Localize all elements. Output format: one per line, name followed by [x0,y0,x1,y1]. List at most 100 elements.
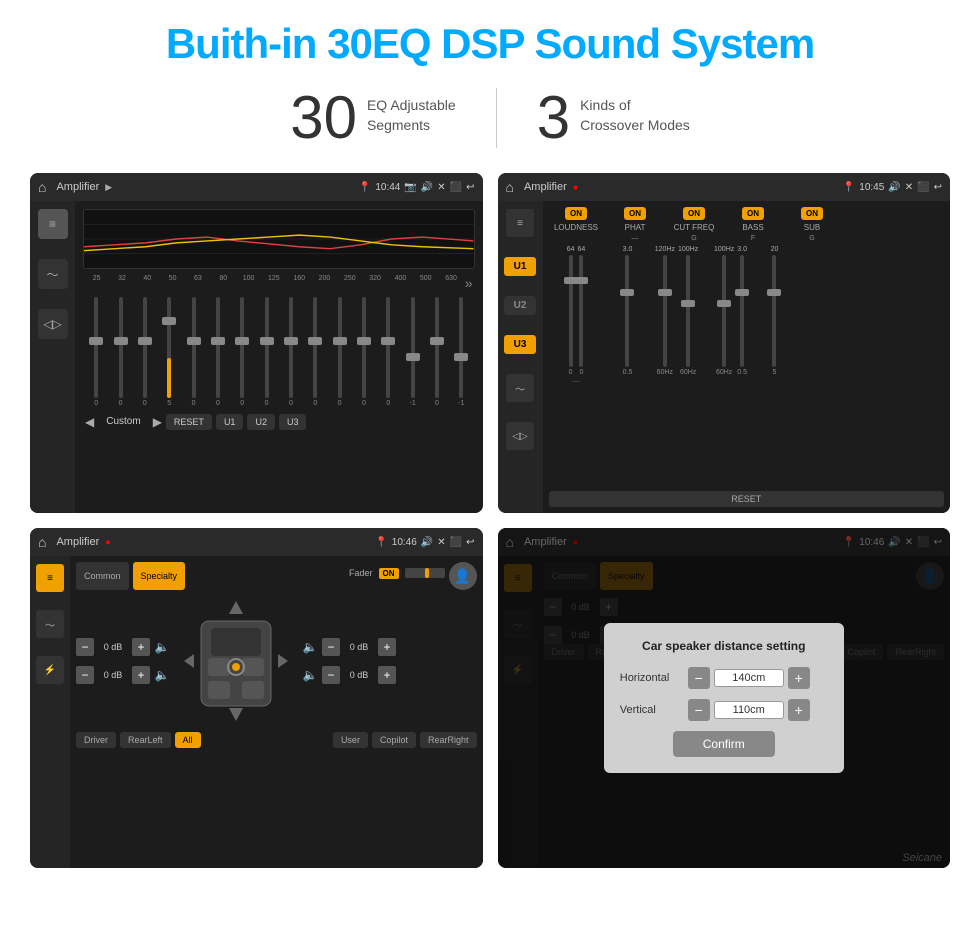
copilot-btn[interactable]: Copilot [372,732,416,748]
back-icon-1[interactable]: ↩ [466,182,474,193]
cutfreq-slider-area: 120Hz 60Hz 100Hz [652,246,702,487]
specialty-btn[interactable]: Specialty [133,562,186,590]
reset-btn[interactable]: RESET [166,414,212,430]
eq-val-6: 0 [240,400,244,407]
next-icon[interactable]: ▶ [153,415,162,429]
wave-icon-2[interactable]: 〜 [506,374,534,402]
plus-tl[interactable]: + [132,638,150,656]
eq-track-2[interactable] [143,297,147,398]
vol-icon[interactable]: ◁▷ [38,309,68,339]
rear-right-btn[interactable]: RearRight [420,732,477,748]
minus-br[interactable]: − [322,666,340,684]
eq-track-3[interactable] [167,297,171,398]
home-icon-3[interactable]: ⌂ [38,534,46,550]
eq-track-8[interactable] [289,297,293,398]
eq-track-7[interactable] [265,297,269,398]
eq-val-2: 0 [143,400,147,407]
eq-track-14[interactable] [435,297,439,398]
eq-track-10[interactable] [338,297,342,398]
eq-track-13[interactable] [411,297,415,398]
vertical-label: Vertical [620,704,680,716]
back-icon-2[interactable]: ↩ [934,182,942,193]
screen1-body: ≡ 〜 ◁▷ [30,201,483,513]
eq-track-6[interactable] [240,297,244,398]
eq-icon[interactable]: ≡ [38,209,68,239]
u2-left[interactable]: U2 [504,296,536,315]
back-icon-3[interactable]: ↩ [466,537,474,548]
fader-slider[interactable] [405,568,445,578]
eq-slider-13: -1 [401,297,423,407]
eq-icon-2[interactable]: ≡ [506,209,534,237]
bt-icon-3[interactable]: ⚡ [36,656,64,684]
location-icon-2: 📍 [843,182,855,193]
cutfreq-bar-2[interactable] [686,255,690,367]
freq-32: 32 [110,275,133,291]
cutfreq-bar-1[interactable] [663,255,667,367]
u1-left[interactable]: U1 [504,257,536,276]
plus-bl[interactable]: + [132,666,150,684]
speaker-icon-tr: 🔈 [302,639,318,655]
vertical-minus[interactable]: − [688,699,710,721]
wave-icon-3[interactable]: 〜 [36,610,64,638]
eq-track-15[interactable] [459,297,463,398]
user-avatar: 👤 [449,562,477,590]
freq-25: 25 [85,275,108,291]
minus-tr[interactable]: − [322,638,340,656]
driver-btn[interactable]: Driver [76,732,116,748]
eq-track-5[interactable] [216,297,220,398]
loudness-on: ON [565,207,587,220]
phat-track-bar[interactable] [625,255,629,367]
plus-tr[interactable]: + [378,638,396,656]
crossover-reset-btn[interactable]: RESET [549,491,945,507]
bass-bar-1[interactable] [722,255,726,367]
u3-left[interactable]: U3 [504,335,536,354]
close-icon-3[interactable]: ✕ [437,537,445,548]
home-icon-2[interactable]: ⌂ [506,179,514,195]
vertical-plus[interactable]: + [788,699,810,721]
rear-left-btn[interactable]: RearLeft [120,732,171,748]
prev-icon[interactable]: ◀ [85,415,94,429]
close-icon-1[interactable]: ✕ [437,182,445,193]
minus-tl[interactable]: − [76,638,94,656]
eq-icon-3[interactable]: ≡ [36,564,64,592]
common-btn[interactable]: Common [76,562,129,590]
bass-bar-2[interactable] [740,255,744,367]
all-btn[interactable]: All [175,732,201,748]
eq-val-0: 0 [94,400,98,407]
eq-main-content: 25 32 40 50 63 80 100 125 160 200 250 32… [75,201,483,513]
vol-icon-left-2[interactable]: ◁▷ [506,422,534,450]
eq-track-12[interactable] [386,297,390,398]
loud-track-bar-2[interactable] [579,255,583,367]
loudness-label: LOUDNESS [554,223,598,232]
vertical-value: 110cm [714,701,784,719]
u1-btn[interactable]: U1 [216,414,244,430]
minus-bl[interactable]: − [76,666,94,684]
eq-track-9[interactable] [313,297,317,398]
dialog-title: Car speaker distance setting [620,639,828,653]
close-icon-2[interactable]: ✕ [905,182,913,193]
distance-dialog: Car speaker distance setting Horizontal … [604,623,844,773]
status-bar-1: ⌂ Amplifier ▶ 📍 10:44 📷 🔊 ✕ ⬛ ↩ [30,173,483,201]
eq-track-11[interactable] [362,297,366,398]
wave-icon[interactable]: 〜 [38,259,68,289]
sub-bar[interactable] [772,255,776,367]
home-icon-1[interactable]: ⌂ [38,179,46,195]
eq-track-4[interactable] [192,297,196,398]
plus-br[interactable]: + [378,666,396,684]
eq-val-4: 0 [192,400,196,407]
user-btn[interactable]: User [333,732,368,748]
horizontal-plus[interactable]: + [788,667,810,689]
confirm-button[interactable]: Confirm [673,731,775,757]
screens-grid: ⌂ Amplifier ▶ 📍 10:44 📷 🔊 ✕ ⬛ ↩ ≡ 〜 [30,173,950,868]
horizontal-minus[interactable]: − [688,667,710,689]
eq-graph [83,209,475,269]
u3-btn[interactable]: U3 [279,414,307,430]
loudness-slider-area: 64 0 64 [549,246,604,487]
u2-btn[interactable]: U2 [247,414,275,430]
expand-icon[interactable]: » [465,275,473,291]
eq-track-1[interactable] [119,297,123,398]
eq-track-0[interactable] [94,297,98,398]
phat-track: 3.0 0.5 [623,246,633,376]
app-title-2: Amplifier [524,181,567,193]
loud-track-bar-1[interactable] [569,255,573,367]
